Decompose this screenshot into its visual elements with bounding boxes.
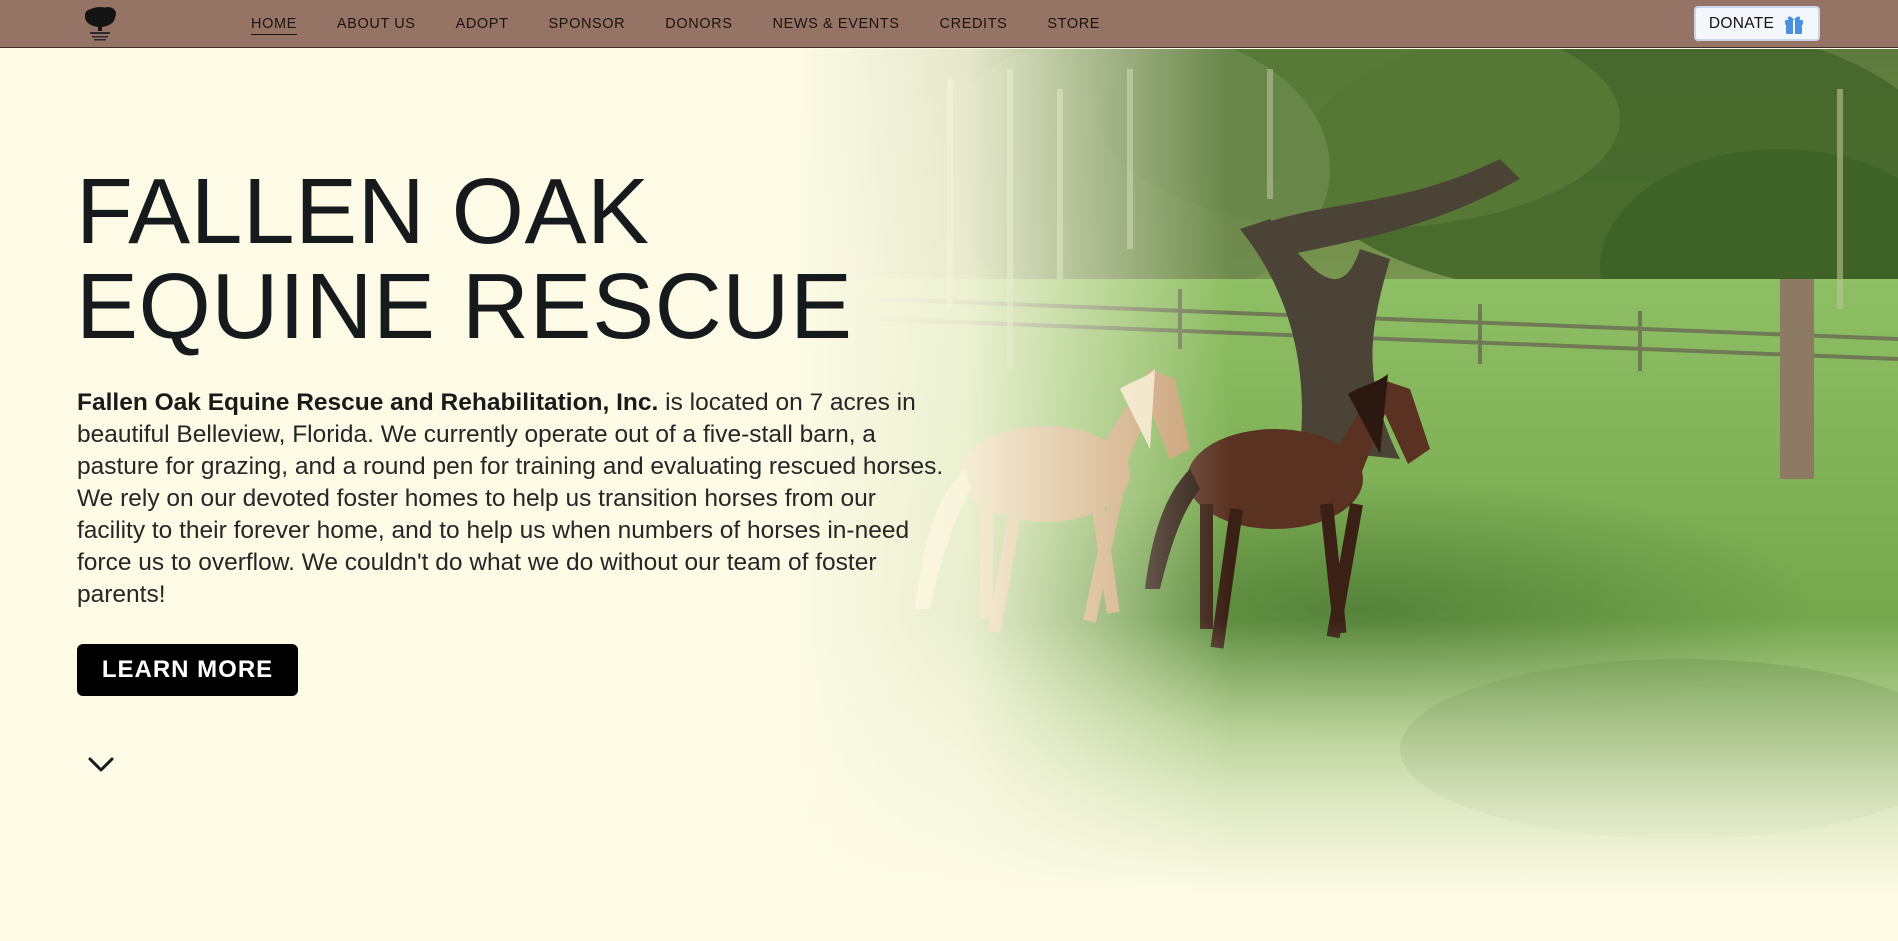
page-title: FALLEN OAK EQUINE RESCUE <box>76 164 896 354</box>
donate-button[interactable]: DONATE <box>1694 6 1820 41</box>
hero-description: Fallen Oak Equine Rescue and Rehabilitat… <box>77 387 947 611</box>
title-line-2: EQUINE RESCUE <box>76 254 853 358</box>
nav-item-home[interactable]: HOME <box>251 14 297 35</box>
oak-tree-logo-icon[interactable] <box>82 5 118 43</box>
learn-more-button[interactable]: LEARN MORE <box>77 644 298 696</box>
gift-icon <box>1785 16 1804 34</box>
nav-item-store[interactable]: STORE <box>1047 14 1100 34</box>
org-name: Fallen Oak Equine Rescue and Rehabilitat… <box>77 389 659 416</box>
chevron-down-icon[interactable] <box>86 752 116 776</box>
description-text: is located on 7 acres in beautiful Belle… <box>77 389 944 608</box>
page: HOME ABOUT US ADOPT SPONSOR DONORS NEWS … <box>0 0 1898 941</box>
nav-item-news-events[interactable]: NEWS & EVENTS <box>773 14 900 34</box>
hero-image-fade-bottom <box>790 620 1898 941</box>
top-navbar: HOME ABOUT US ADOPT SPONSOR DONORS NEWS … <box>0 0 1898 48</box>
nav-item-sponsor[interactable]: SPONSOR <box>549 14 626 34</box>
nav-item-donors[interactable]: DONORS <box>665 14 732 34</box>
title-line-1: FALLEN OAK <box>76 159 650 263</box>
nav-item-about-us[interactable]: ABOUT US <box>337 14 416 34</box>
nav-menu: HOME ABOUT US ADOPT SPONSOR DONORS NEWS … <box>251 0 1140 48</box>
nav-item-credits[interactable]: CREDITS <box>940 14 1008 34</box>
nav-item-adopt[interactable]: ADOPT <box>456 14 509 34</box>
donate-button-label: DONATE <box>1708 14 1775 32</box>
